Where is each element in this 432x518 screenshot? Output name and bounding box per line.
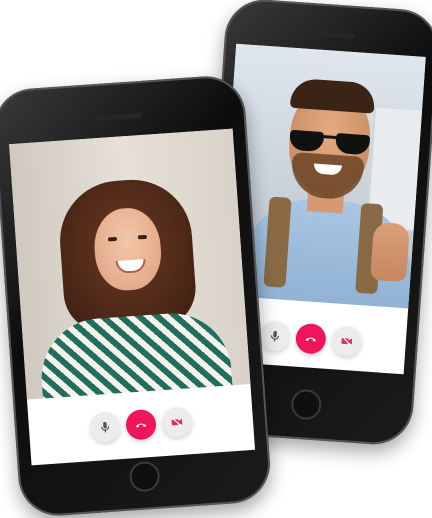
hair [289, 77, 376, 114]
mute-button[interactable] [89, 411, 122, 444]
camera-off-icon [341, 335, 353, 347]
left-eye [107, 236, 118, 242]
home-button[interactable] [128, 460, 161, 493]
microphone-icon [270, 330, 280, 342]
front-camera [292, 28, 301, 37]
phone-front [0, 73, 273, 518]
camera-toggle-button[interactable] [160, 406, 193, 439]
thumbs-up-hand [370, 221, 411, 283]
end-call-button[interactable] [294, 322, 327, 355]
beard [289, 152, 365, 201]
camera-off-icon [171, 417, 183, 427]
microphone-icon [100, 421, 110, 433]
earpiece-speaker [308, 30, 356, 40]
right-eye [137, 234, 148, 240]
remote-video-feed [9, 128, 251, 400]
earpiece-speaker [96, 112, 143, 122]
patterned-blouse [37, 309, 234, 400]
mute-button[interactable] [258, 320, 291, 353]
end-call-icon [305, 337, 316, 342]
end-call-icon [135, 423, 147, 428]
front-camera [67, 116, 75, 125]
call-controls [28, 402, 254, 448]
home-button[interactable] [290, 388, 323, 421]
call-screen-front [9, 128, 256, 466]
camera-toggle-button[interactable] [330, 325, 363, 358]
end-call-button[interactable] [124, 408, 158, 441]
